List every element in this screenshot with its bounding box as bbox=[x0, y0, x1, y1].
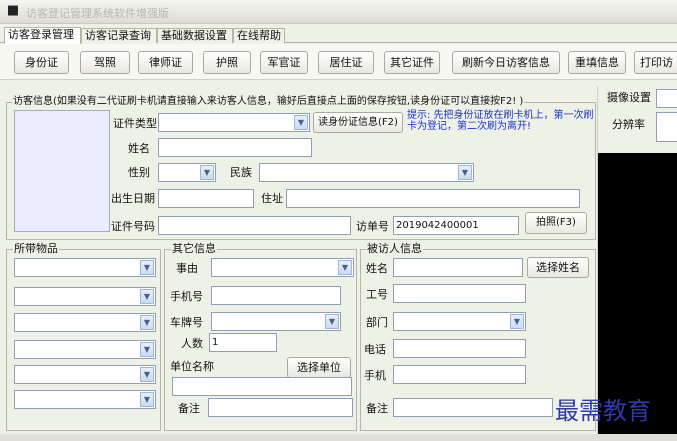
toolbar: 身份证 驾照 律师证 护照 军官证 居住证 其它证件 刷新今日访客信息 重填信息… bbox=[0, 44, 677, 80]
tab-online-help[interactable]: 在线帮助 bbox=[233, 28, 285, 43]
visitor-photo bbox=[14, 110, 110, 232]
military-cert-button[interactable]: 军官证 bbox=[260, 51, 308, 74]
camera-app-icon: ■ bbox=[6, 3, 20, 18]
select-company-button[interactable]: 选择单位 bbox=[287, 357, 351, 378]
passport-button[interactable]: 护照 bbox=[203, 51, 251, 74]
chevron-down-icon[interactable]: ▼ bbox=[294, 115, 308, 130]
id-card-button[interactable]: 身份证 bbox=[14, 51, 69, 74]
tab-basic-settings[interactable]: 基础数据设置 bbox=[157, 28, 233, 43]
remark-label: 备注 bbox=[178, 402, 200, 415]
watermark-text: 最需教育 bbox=[555, 397, 651, 425]
count-input[interactable]: 1 bbox=[209, 333, 277, 352]
refresh-today-visitors-button[interactable]: 刷新今日访客信息 bbox=[452, 51, 560, 74]
driver-license-button[interactable]: 驾照 bbox=[80, 51, 130, 74]
gender-label: 性别 bbox=[128, 166, 150, 179]
print-button[interactable]: 打印访 bbox=[634, 51, 677, 74]
ethnicity-select[interactable]: ▼ bbox=[259, 163, 474, 182]
read-id-card-button[interactable]: 读身份证信息(F2) bbox=[313, 112, 403, 133]
belonging-item-3[interactable]: ▼ bbox=[14, 313, 156, 332]
title-bar: ■ 访客登记管理系统软件增强版 bbox=[0, 0, 677, 24]
phone-input[interactable] bbox=[211, 286, 341, 305]
id-card-hint: 提示: 先把身份证放在刷卡机上，第一次刷卡为登记，第二次刷为离开! bbox=[407, 110, 594, 132]
window-title: 访客登记管理系统软件增强版 bbox=[26, 7, 169, 20]
resolution-select[interactable] bbox=[656, 112, 677, 142]
belongings-title: 所带物品 bbox=[13, 242, 59, 256]
dept-select[interactable]: ▼ bbox=[393, 312, 526, 331]
tab-strip: 访客登录管理 访客记录查询 基础数据设置 在线帮助 bbox=[0, 27, 677, 44]
resolution-label: 分辨率 bbox=[612, 118, 645, 131]
cert-type-select[interactable]: ▼ bbox=[158, 113, 310, 132]
chevron-down-icon[interactable]: ▼ bbox=[510, 314, 524, 329]
reason-select[interactable]: ▼ bbox=[211, 258, 354, 277]
birthdate-label: 出生日期 bbox=[111, 192, 155, 205]
lawyer-cert-button[interactable]: 律师证 bbox=[138, 51, 193, 74]
visitee-remark-label: 备注 bbox=[366, 402, 388, 415]
visitor-info-title: 访客信息(如果没有二代证刷卡机请直接输入来访客人信息，输好后直接点上面的保存按钮… bbox=[12, 95, 525, 109]
employee-id-input[interactable] bbox=[393, 284, 526, 303]
chevron-down-icon[interactable]: ▼ bbox=[140, 367, 154, 382]
chevron-down-icon[interactable]: ▼ bbox=[140, 342, 154, 357]
chevron-down-icon[interactable]: ▼ bbox=[140, 315, 154, 330]
ethnicity-label: 民族 bbox=[230, 166, 252, 179]
chevron-down-icon[interactable]: ▼ bbox=[140, 392, 154, 407]
visitee-info-title: 被访人信息 bbox=[366, 242, 423, 256]
chevron-down-icon[interactable]: ▼ bbox=[140, 260, 154, 275]
address-label: 住址 bbox=[261, 192, 283, 205]
phone-label: 手机号 bbox=[170, 290, 203, 303]
tab-visitor-login[interactable]: 访客登录管理 bbox=[4, 27, 81, 44]
count-label: 人数 bbox=[181, 337, 203, 350]
plate-select[interactable]: ▼ bbox=[211, 312, 341, 331]
visitee-name-input[interactable] bbox=[393, 258, 523, 277]
take-photo-button[interactable]: 拍照(F3) bbox=[525, 212, 587, 234]
address-input[interactable] bbox=[286, 189, 580, 208]
company-input[interactable] bbox=[172, 377, 352, 396]
tel-input[interactable] bbox=[393, 339, 526, 358]
camera-settings-label: 摄像设置 bbox=[607, 91, 651, 104]
cert-number-input[interactable] bbox=[158, 216, 351, 235]
other-info-title: 其它信息 bbox=[171, 242, 217, 256]
tel-label: 电话 bbox=[364, 343, 386, 356]
chevron-down-icon[interactable]: ▼ bbox=[200, 165, 214, 180]
plate-label: 车牌号 bbox=[170, 316, 203, 329]
belonging-item-2[interactable]: ▼ bbox=[14, 287, 156, 306]
status-bar bbox=[0, 434, 677, 441]
mobile-label: 手机 bbox=[364, 369, 386, 382]
mobile-input[interactable] bbox=[393, 365, 526, 384]
residence-permit-button[interactable]: 居住证 bbox=[318, 51, 374, 74]
gender-select[interactable]: ▼ bbox=[158, 163, 216, 182]
tab-visitor-records[interactable]: 访客记录查询 bbox=[81, 28, 157, 43]
chevron-down-icon[interactable]: ▼ bbox=[325, 314, 339, 329]
visitee-remark-input[interactable] bbox=[393, 398, 553, 417]
chevron-down-icon[interactable]: ▼ bbox=[140, 289, 154, 304]
camera-settings-select[interactable] bbox=[656, 89, 677, 108]
belonging-item-4[interactable]: ▼ bbox=[14, 340, 156, 359]
belonging-item-5[interactable]: ▼ bbox=[14, 365, 156, 384]
chevron-down-icon[interactable]: ▼ bbox=[458, 165, 472, 180]
remark-input[interactable] bbox=[208, 398, 353, 417]
employee-id-label: 工号 bbox=[366, 288, 388, 301]
name-label: 姓名 bbox=[128, 142, 150, 155]
visit-number-input[interactable]: 2019042400001 bbox=[393, 216, 519, 235]
select-name-button[interactable]: 选择姓名 bbox=[527, 257, 589, 278]
visitee-name-label: 姓名 bbox=[366, 262, 388, 275]
company-label: 单位名称 bbox=[170, 360, 214, 373]
belonging-item-6[interactable]: ▼ bbox=[14, 390, 156, 409]
other-cert-button[interactable]: 其它证件 bbox=[384, 51, 440, 74]
chevron-down-icon[interactable]: ▼ bbox=[338, 260, 352, 275]
belonging-item-1[interactable]: ▼ bbox=[14, 258, 156, 277]
birthdate-input[interactable] bbox=[158, 189, 254, 208]
cert-number-label: 证件号码 bbox=[111, 220, 155, 233]
dept-label: 部门 bbox=[366, 316, 388, 329]
cert-type-label: 证件类型 bbox=[113, 117, 157, 130]
refill-info-button[interactable]: 重填信息 bbox=[568, 51, 626, 74]
reason-label: 事由 bbox=[176, 262, 198, 275]
name-input[interactable] bbox=[158, 138, 312, 157]
visit-number-label: 访单号 bbox=[356, 220, 389, 233]
